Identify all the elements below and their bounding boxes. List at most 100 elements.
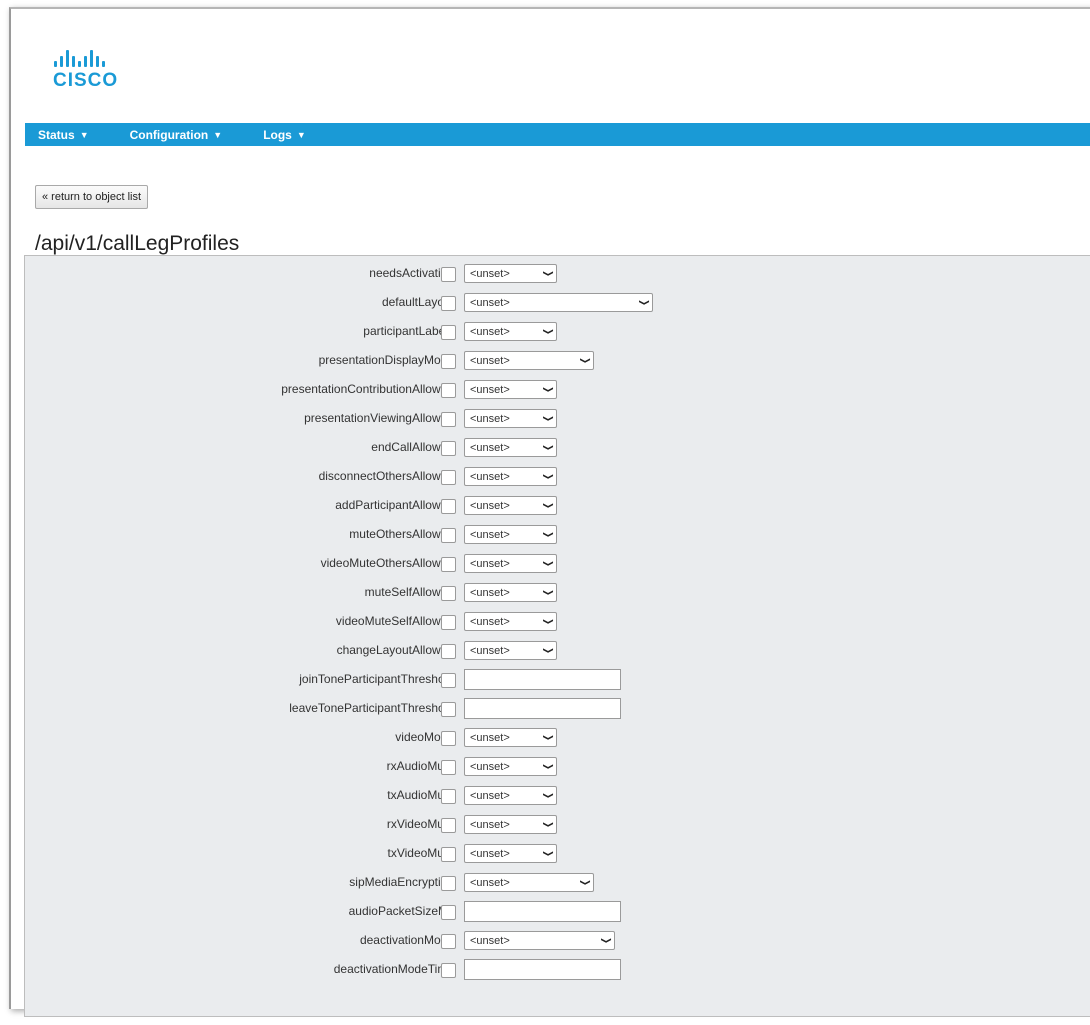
- select-value: <unset>: [470, 528, 510, 541]
- presentationViewingAllowed-select[interactable]: <unset> ❯: [464, 409, 557, 428]
- nav-logs[interactable]: Logs ▼: [263, 128, 306, 142]
- field-label: presentationDisplayMode: [318, 353, 454, 367]
- select-value: <unset>: [470, 760, 510, 773]
- disconnectOthersAllowed-checkbox[interactable]: [441, 470, 456, 485]
- participantLabels-checkbox[interactable]: [441, 325, 456, 340]
- chevron-down-icon: ❯: [542, 618, 554, 625]
- sipMediaEncryption-select[interactable]: <unset> ❯: [464, 873, 594, 892]
- deactivationMode-select[interactable]: <unset> ❯: [464, 931, 615, 950]
- disconnectOthersAllowed-select[interactable]: <unset> ❯: [464, 467, 557, 486]
- muteSelfAllowed-checkbox[interactable]: [441, 586, 456, 601]
- chevron-down-icon: ❯: [542, 415, 554, 422]
- select-value: <unset>: [470, 615, 510, 628]
- form-row-joinToneParticipantThreshold: joinToneParticipantThreshold: [25, 668, 1090, 694]
- presentationDisplayMode-select[interactable]: <unset> ❯: [464, 351, 594, 370]
- presentationContributionAllowed-checkbox[interactable]: [441, 383, 456, 398]
- rxVideoMute-checkbox[interactable]: [441, 818, 456, 833]
- videoMuteSelfAllowed-select[interactable]: <unset> ❯: [464, 612, 557, 631]
- txAudioMute-select[interactable]: <unset> ❯: [464, 786, 557, 805]
- select-value: <unset>: [470, 731, 510, 744]
- nav-configuration-label: Configuration: [129, 127, 209, 142]
- field-label: muteOthersAllowed: [349, 527, 454, 541]
- form-row-deactivationMode: deactivationMode <unset> ❯: [25, 929, 1090, 955]
- nav-status-label: Status: [38, 127, 75, 142]
- field-label: changeLayoutAllowed: [336, 643, 454, 657]
- videoMode-checkbox[interactable]: [441, 731, 456, 746]
- deactivationModeTime-input[interactable]: [464, 959, 621, 980]
- deactivationMode-checkbox[interactable]: [441, 934, 456, 949]
- form-row-txVideoMute: txVideoMute <unset> ❯: [25, 842, 1090, 868]
- select-value: <unset>: [470, 847, 510, 860]
- chevron-down-icon: ❯: [542, 647, 554, 654]
- rxAudioMute-select[interactable]: <unset> ❯: [464, 757, 557, 776]
- select-value: <unset>: [470, 325, 510, 338]
- rxVideoMute-select[interactable]: <unset> ❯: [464, 815, 557, 834]
- audioPacketSizeMs-input[interactable]: [464, 901, 621, 922]
- chevron-down-icon: ❯: [542, 473, 554, 480]
- videoMuteOthersAllowed-select[interactable]: <unset> ❯: [464, 554, 557, 573]
- leaveToneParticipantThreshold-checkbox[interactable]: [441, 702, 456, 717]
- form-row-defaultLayout: defaultLayout <unset> ❯: [25, 291, 1090, 317]
- form-row-needsActivation: needsActivation <unset> ❯: [25, 262, 1090, 288]
- select-value: <unset>: [470, 499, 510, 512]
- select-value: <unset>: [470, 586, 510, 599]
- chevron-down-icon: ❯: [542, 763, 554, 770]
- form-row-addParticipantAllowed: addParticipantAllowed <unset> ❯: [25, 494, 1090, 520]
- form-row-presentationContributionAllowed: presentationContributionAllowed <unset> ❯: [25, 378, 1090, 404]
- changeLayoutAllowed-select[interactable]: <unset> ❯: [464, 641, 557, 660]
- select-value: <unset>: [470, 267, 510, 280]
- joinToneParticipantThreshold-input[interactable]: [464, 669, 621, 690]
- chevron-down-icon: ❯: [542, 734, 554, 741]
- leaveToneParticipantThreshold-input[interactable]: [464, 698, 621, 719]
- joinToneParticipantThreshold-checkbox[interactable]: [441, 673, 456, 688]
- addParticipantAllowed-select[interactable]: <unset> ❯: [464, 496, 557, 515]
- select-value: <unset>: [470, 296, 510, 309]
- select-value: <unset>: [470, 789, 510, 802]
- sipMediaEncryption-checkbox[interactable]: [441, 876, 456, 891]
- form-row-participantLabels: participantLabels <unset> ❯: [25, 320, 1090, 346]
- select-value: <unset>: [470, 354, 510, 367]
- select-value: <unset>: [470, 441, 510, 454]
- changeLayoutAllowed-checkbox[interactable]: [441, 644, 456, 659]
- chevron-down-icon: ❯: [542, 821, 554, 828]
- chevron-down-icon: ❯: [542, 792, 554, 799]
- defaultLayout-select[interactable]: <unset> ❯: [464, 293, 653, 312]
- deactivationModeTime-checkbox[interactable]: [441, 963, 456, 978]
- presentationContributionAllowed-select[interactable]: <unset> ❯: [464, 380, 557, 399]
- page-title: /api/v1/callLegProfiles: [35, 232, 240, 255]
- select-value: <unset>: [470, 412, 510, 425]
- field-label: sipMediaEncryption: [349, 875, 454, 889]
- form-row-videoMode: videoMode <unset> ❯: [25, 726, 1090, 752]
- nav-configuration[interactable]: Configuration ▼: [130, 128, 223, 142]
- txVideoMute-checkbox[interactable]: [441, 847, 456, 862]
- videoMuteSelfAllowed-checkbox[interactable]: [441, 615, 456, 630]
- endCallAllowed-select[interactable]: <unset> ❯: [464, 438, 557, 457]
- form-row-muteOthersAllowed: muteOthersAllowed <unset> ❯: [25, 523, 1090, 549]
- return-to-object-list-button[interactable]: « return to object list: [35, 185, 149, 209]
- muteSelfAllowed-select[interactable]: <unset> ❯: [464, 583, 557, 602]
- videoMode-select[interactable]: <unset> ❯: [464, 728, 557, 747]
- form-row-videoMuteOthersAllowed: videoMuteOthersAllowed <unset> ❯: [25, 552, 1090, 578]
- form-row-sipMediaEncryption: sipMediaEncryption <unset> ❯: [25, 871, 1090, 897]
- endCallAllowed-checkbox[interactable]: [441, 441, 456, 456]
- txVideoMute-select[interactable]: <unset> ❯: [464, 844, 557, 863]
- chevron-down-icon: ❯: [542, 850, 554, 857]
- chevron-down-icon: ❯: [579, 357, 591, 364]
- videoMuteOthersAllowed-checkbox[interactable]: [441, 557, 456, 572]
- presentationViewingAllowed-checkbox[interactable]: [441, 412, 456, 427]
- addParticipantAllowed-checkbox[interactable]: [441, 499, 456, 514]
- participantLabels-select[interactable]: <unset> ❯: [464, 322, 557, 341]
- audioPacketSizeMs-checkbox[interactable]: [441, 905, 456, 920]
- field-label: videoMuteSelfAllowed: [335, 614, 454, 628]
- needsActivation-checkbox[interactable]: [441, 267, 456, 282]
- defaultLayout-checkbox[interactable]: [441, 296, 456, 311]
- muteOthersAllowed-select[interactable]: <unset> ❯: [464, 525, 557, 544]
- needsActivation-select[interactable]: <unset> ❯: [464, 264, 557, 283]
- nav-logs-label: Logs: [263, 127, 292, 142]
- nav-status[interactable]: Status ▼: [38, 128, 89, 142]
- chevron-down-icon: ❯: [542, 270, 554, 277]
- muteOthersAllowed-checkbox[interactable]: [441, 528, 456, 543]
- txAudioMute-checkbox[interactable]: [441, 789, 456, 804]
- presentationDisplayMode-checkbox[interactable]: [441, 354, 456, 369]
- rxAudioMute-checkbox[interactable]: [441, 760, 456, 775]
